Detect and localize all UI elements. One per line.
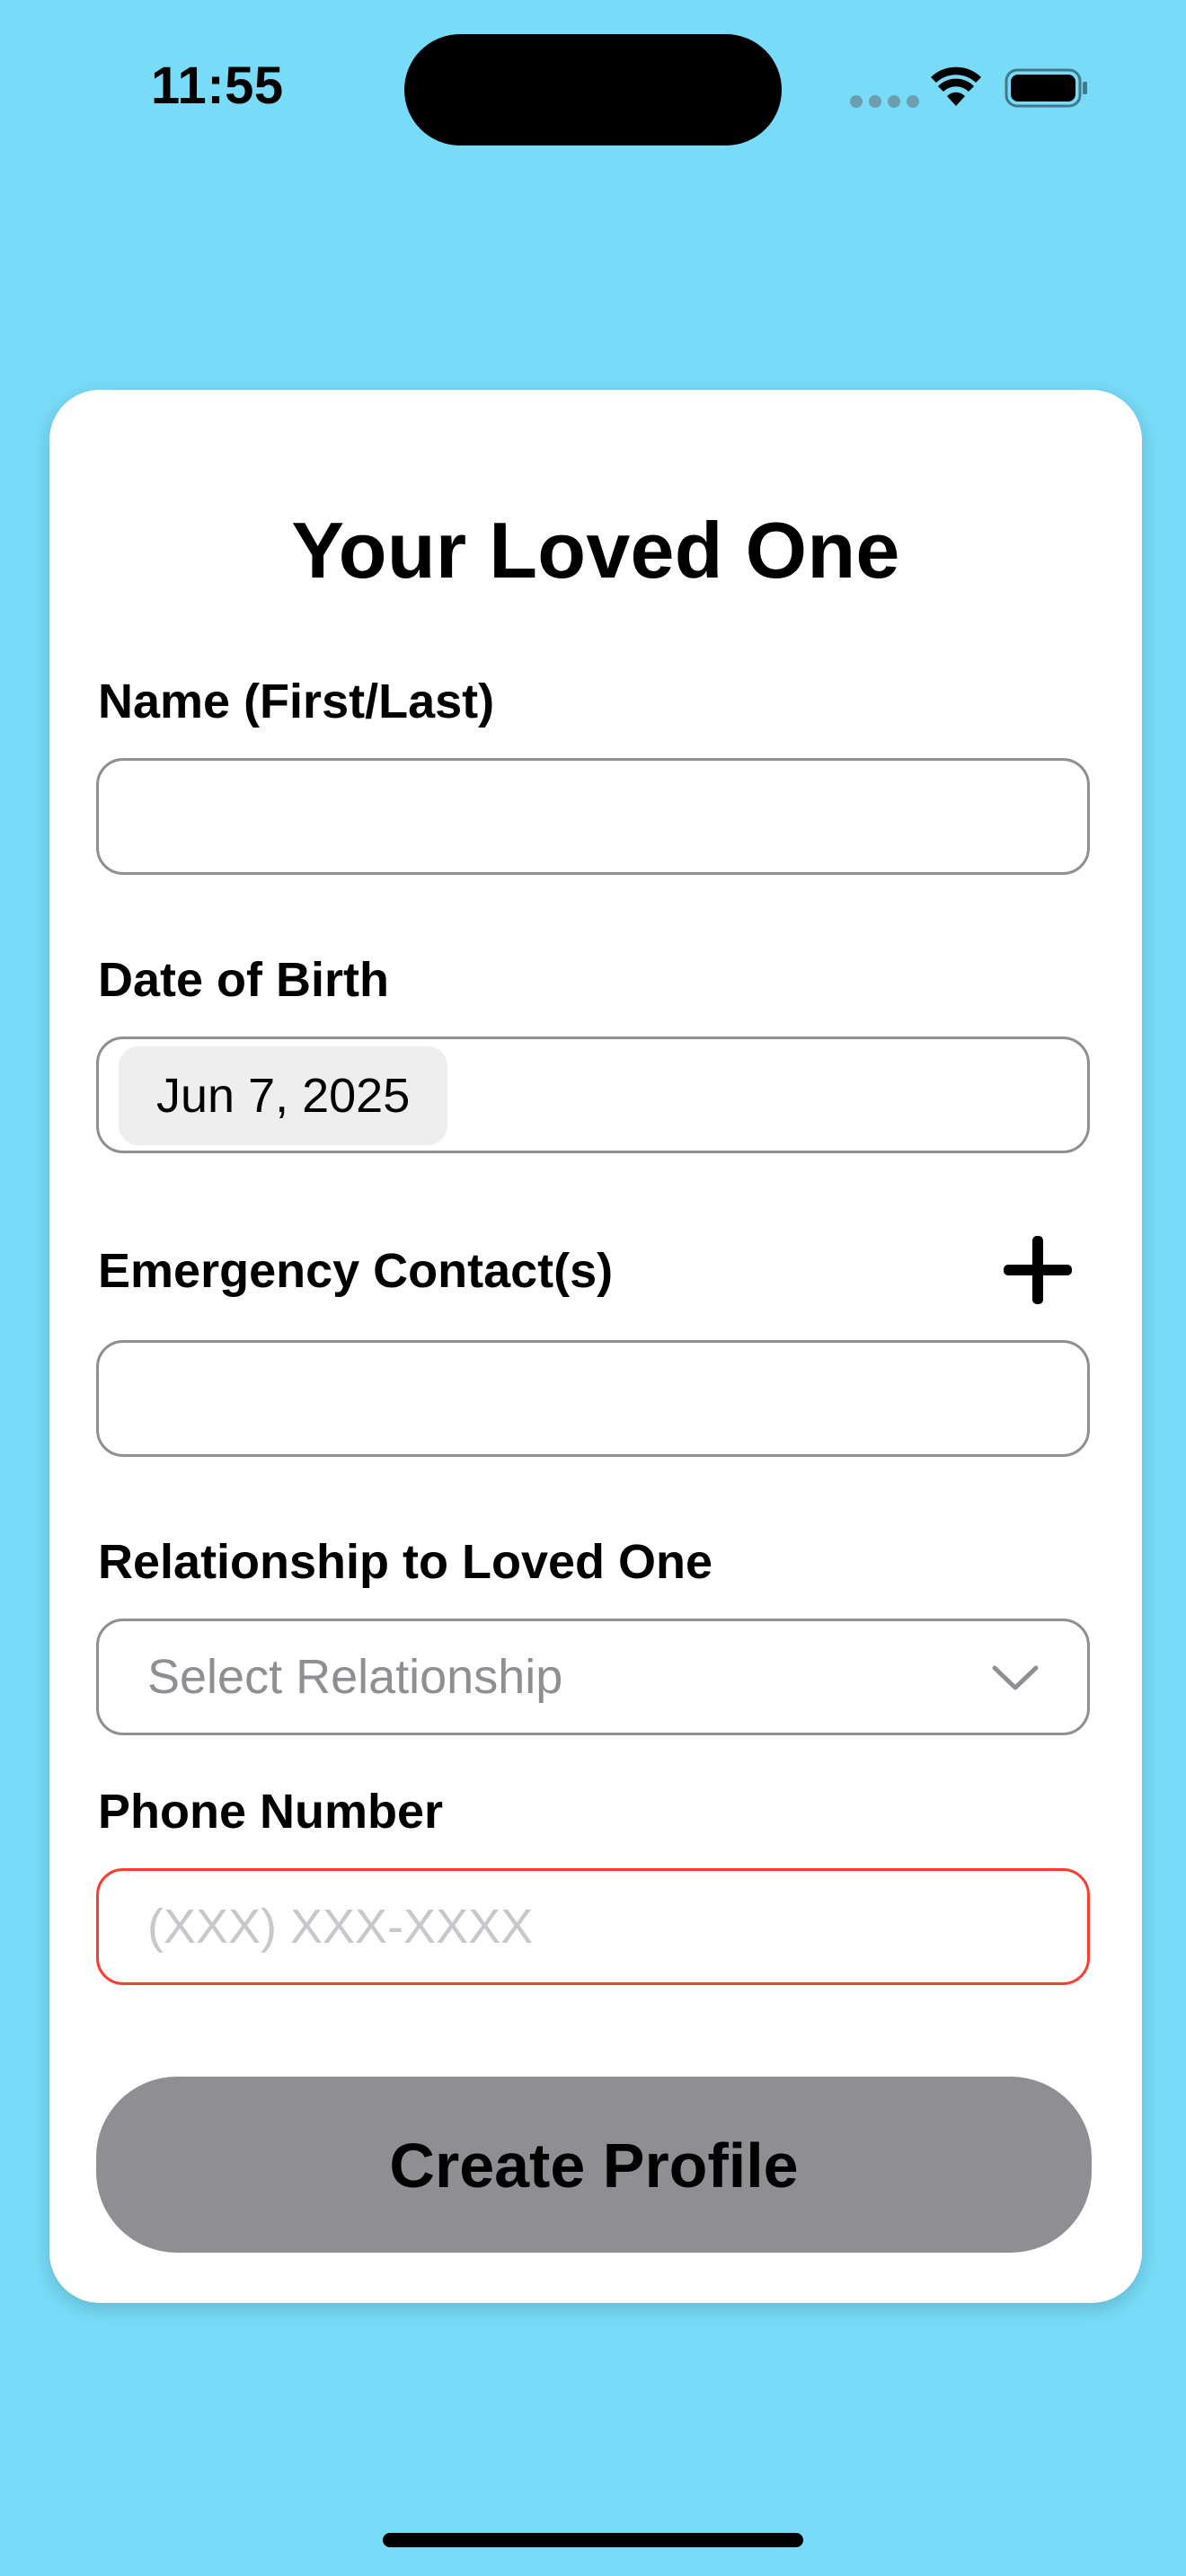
chevron-down-icon [992,1665,1039,1690]
status-time: 11:55 [151,57,284,115]
name-input[interactable] [96,758,1090,875]
home-indicator[interactable] [383,2533,803,2547]
create-profile-button[interactable]: Create Profile [96,2077,1092,2253]
phone-input[interactable]: (XXX) XXX-XXXX [96,1868,1090,1985]
emergency-contact-label: Emergency Contact(s) [98,1244,614,1298]
wifi-icon [931,66,981,106]
page-title: Your Loved One [291,506,900,595]
relationship-select[interactable]: Select Relationship [96,1619,1090,1735]
relationship-select-value: Select Relationship [147,1650,563,1704]
dob-label: Date of Birth [98,953,389,1007]
relationship-label: Relationship to Loved One [98,1535,713,1589]
phone-label: Phone Number [98,1785,444,1839]
phone-placeholder: (XXX) XXX-XXXX [147,1900,534,1954]
profile-form-card: Your Loved One Name (First/Last) Date of… [49,390,1142,2303]
plus-icon[interactable] [1002,1234,1074,1306]
dynamic-island [404,34,782,146]
dob-field: Jun 7, 2025 [96,1037,1090,1153]
name-label: Name (First/Last) [98,675,495,728]
battery-icon [1005,68,1087,108]
emergency-contact-input[interactable] [96,1340,1090,1457]
dob-date-picker[interactable]: Jun 7, 2025 [119,1046,448,1145]
cellular-signal-icon [850,95,919,108]
